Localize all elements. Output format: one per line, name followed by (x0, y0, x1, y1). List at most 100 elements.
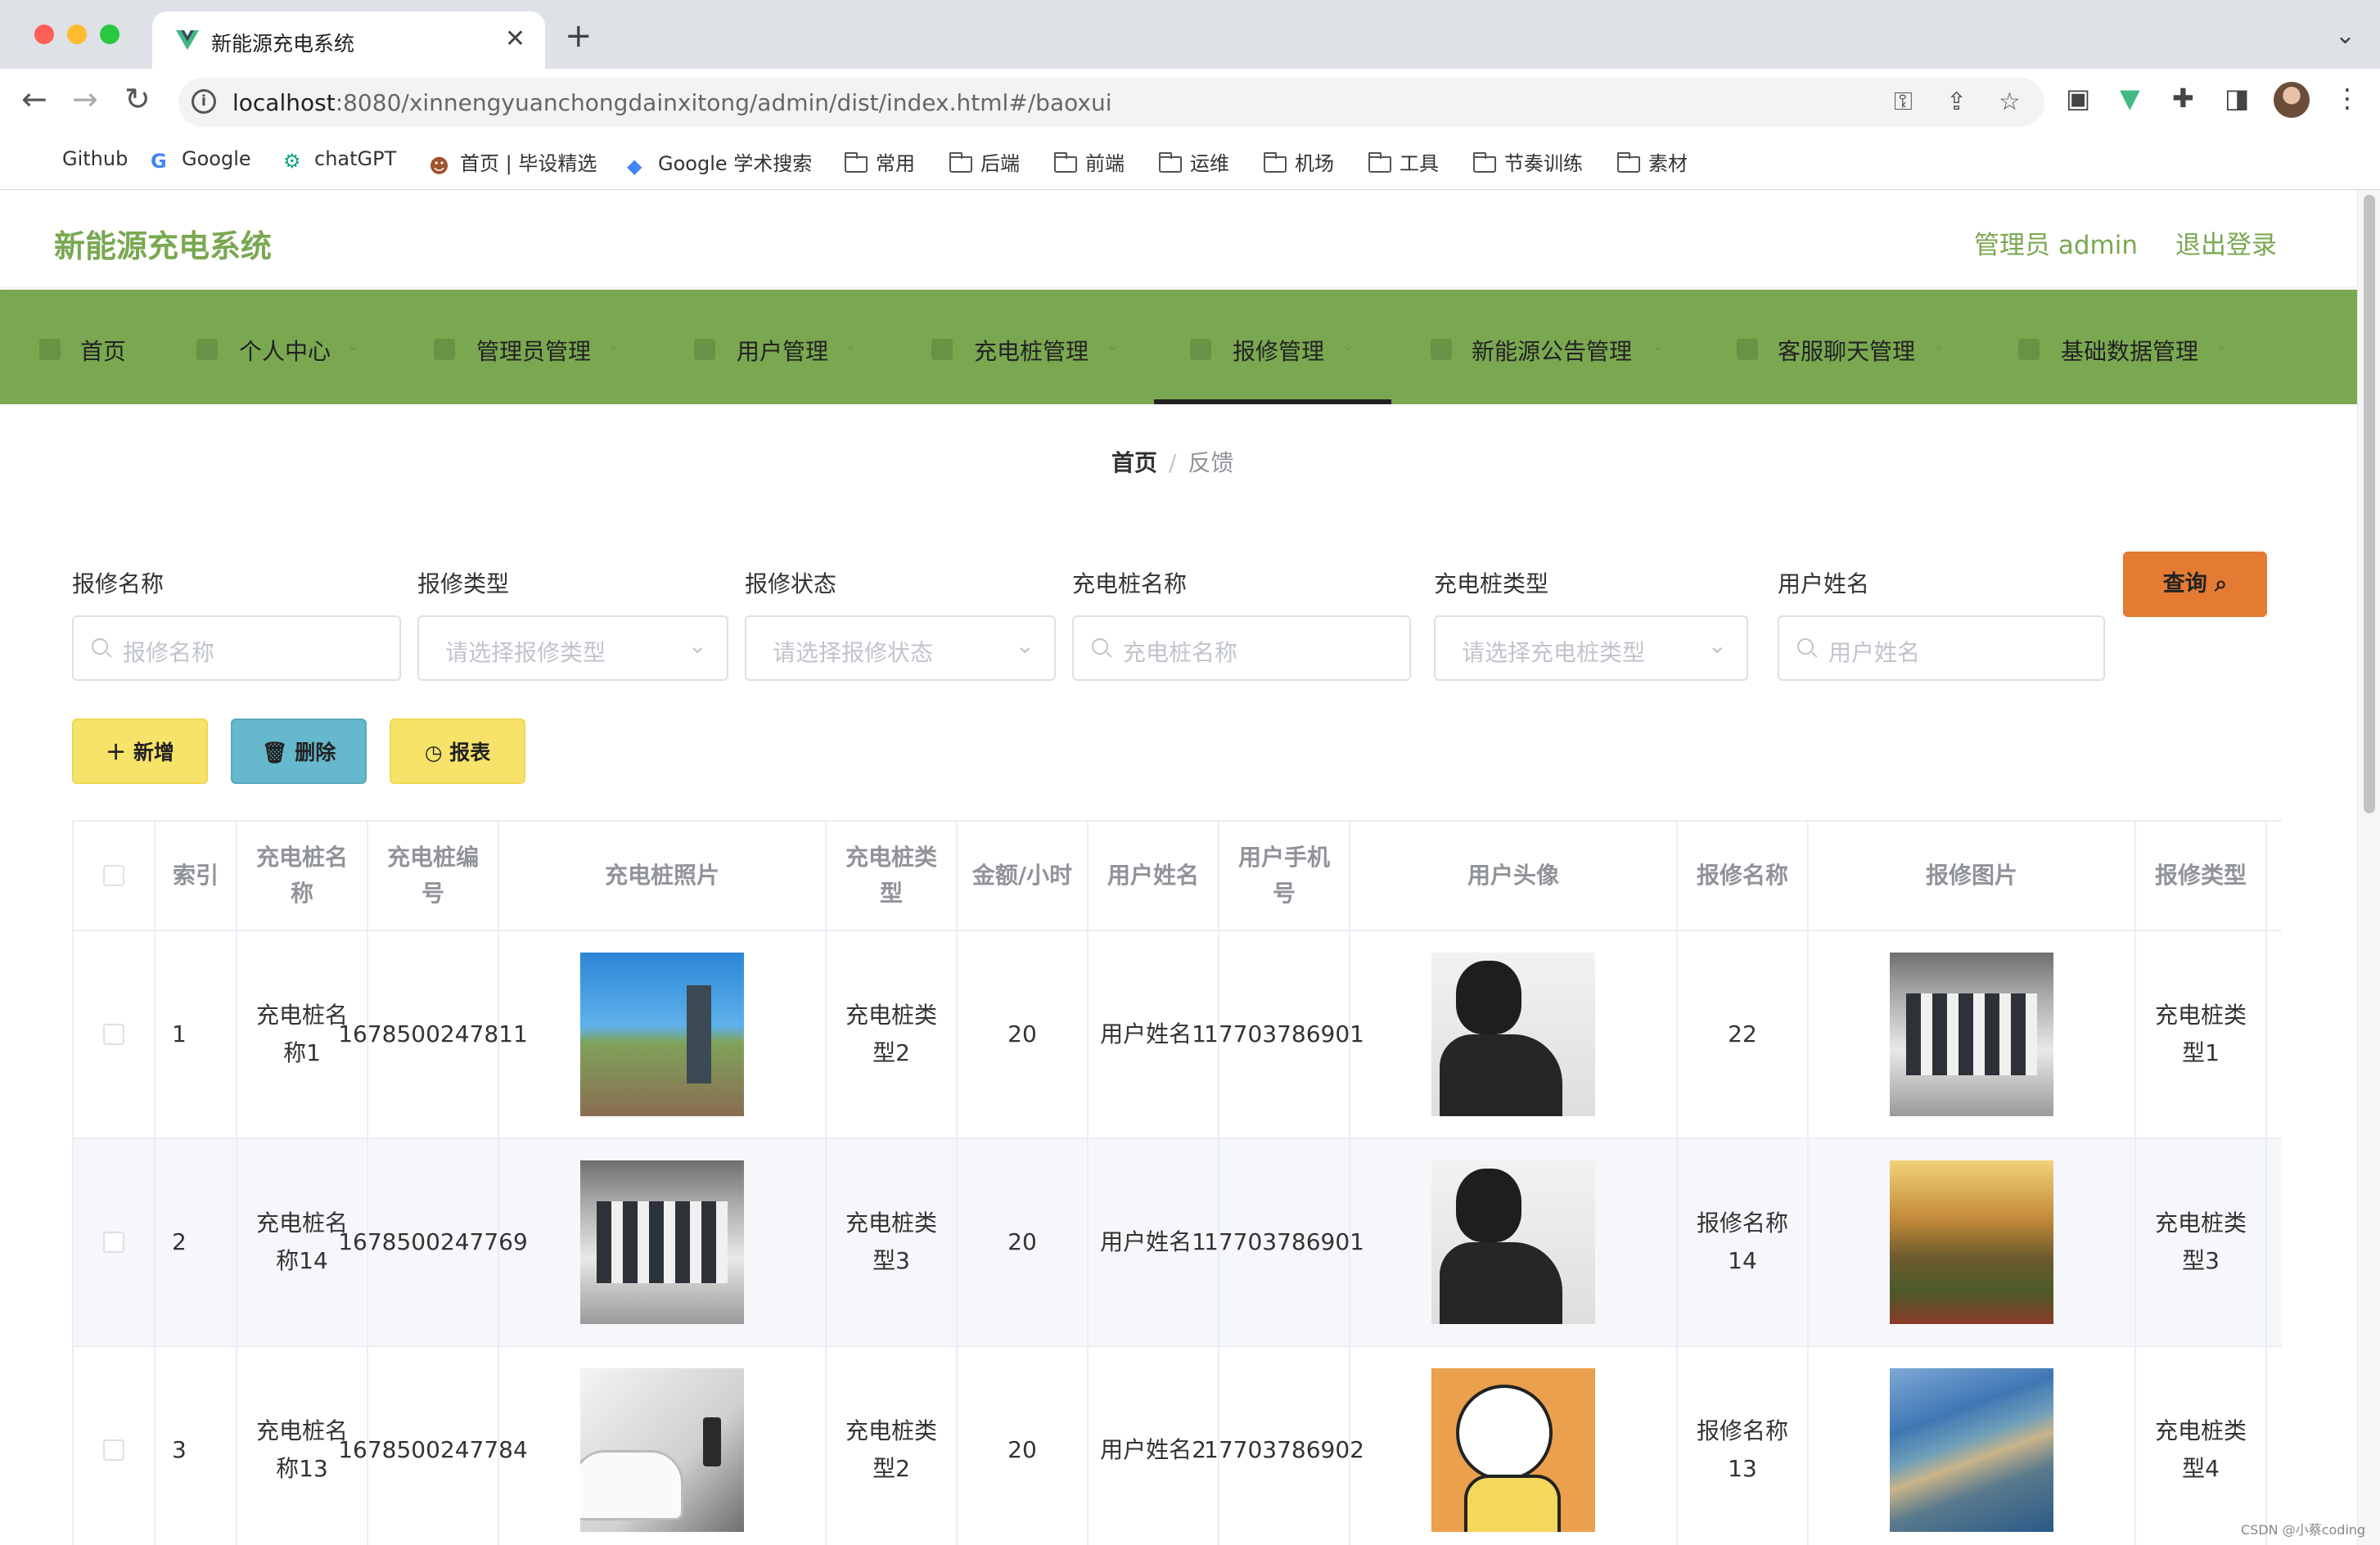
column-header[interactable]: 充电桩名称 (237, 822, 368, 930)
address-bar[interactable]: i localhost:8080/xinnengyuanchongdainxit… (178, 78, 2044, 127)
tab-close-icon[interactable]: ✕ (505, 25, 525, 53)
menu-chat[interactable]: 客服聊天管理 ⌄ (1737, 290, 1958, 404)
chevron-down-icon: ⌄ (1107, 337, 1120, 354)
bookmark-folder-backend[interactable]: 后端 (949, 147, 1020, 176)
repair-name-input[interactable]: 报修名称 (72, 615, 401, 681)
bookmark-folder-frontend[interactable]: 前端 (1054, 147, 1125, 176)
column-header[interactable]: 充电桩编号 (368, 822, 499, 930)
placeholder: 请选择报修类型 (445, 639, 606, 666)
vue-logo-icon (176, 30, 199, 50)
site-info-icon[interactable]: i (192, 89, 216, 114)
repair-status-select[interactable]: 请选择报修状态 ⌄ (745, 615, 1056, 681)
extension-icon[interactable]: ▣ (2066, 85, 2090, 111)
repair-image[interactable] (1890, 953, 2053, 1116)
chevron-down-icon: ⌄ (2215, 337, 2228, 354)
back-icon[interactable]: ← (21, 83, 47, 115)
delete-button[interactable]: 🗑 删除 (231, 718, 367, 784)
table-row[interactable]: 1 充电桩名称1 1678500247811 充电桩类型2 20 用户姓名1 1… (74, 931, 2282, 1139)
page-scrollbar[interactable] (2357, 190, 2380, 1545)
bookmark-folder-assets[interactable]: 素材 (1617, 147, 1688, 176)
bookmark-folder-airport[interactable]: 机场 (1264, 147, 1334, 176)
row-checkbox[interactable] (103, 1024, 124, 1045)
report-button[interactable]: ◷ 报表 (390, 718, 525, 784)
cell-station-photo (499, 931, 827, 1137)
window-minimize-button[interactable] (67, 25, 87, 44)
bookmark-github[interactable]: Github (62, 147, 128, 170)
station-type-select[interactable]: 请选择充电桩类型 ⌄ (1434, 615, 1748, 681)
cell-station-no: 1678500247769 (338, 1139, 528, 1345)
share-icon[interactable]: ⇪ (1946, 88, 1967, 116)
user-avatar[interactable] (1431, 1160, 1595, 1324)
bookmark-bishe[interactable]: ☻ 首页 | 毕设精选 (429, 147, 597, 178)
puzzle-extensions-icon[interactable]: ✚ (2172, 85, 2194, 111)
table-row[interactable]: 2 充电桩名称14 1678500247769 充电桩类型3 20 用户姓名1 … (74, 1139, 2282, 1347)
vue-devtools-icon[interactable]: ▼ (2120, 85, 2140, 111)
logout-link[interactable]: 退出登录 (2175, 224, 2277, 261)
cell-repair-image (1809, 1347, 2136, 1545)
bookmark-google[interactable]: G Google (151, 147, 251, 173)
repair-image[interactable] (1890, 1160, 2053, 1324)
repair-image[interactable] (1890, 1368, 2053, 1532)
station-photo[interactable] (580, 1160, 744, 1324)
menu-users[interactable]: 用户管理 ⌄ (694, 290, 874, 404)
cell-repair-name: 报修名称13 (1678, 1347, 1809, 1545)
menu-home[interactable]: 首页 (39, 290, 146, 404)
query-button[interactable]: 查询 ⌕ (2123, 552, 2267, 617)
column-header[interactable]: 充电桩类型 (827, 822, 958, 930)
browser-tab[interactable]: 新能源充电系统 ✕ (152, 11, 545, 69)
menu-basedata[interactable]: 基础数据管理 ⌄ (2018, 290, 2239, 404)
reload-icon[interactable]: ↻ (124, 83, 151, 115)
user-avatar[interactable] (1431, 1368, 1595, 1532)
window-close-button[interactable] (34, 25, 54, 44)
browser-menu-icon[interactable]: ⋮ (2334, 85, 2360, 111)
row-checkbox[interactable] (103, 1439, 124, 1461)
column-header[interactable]: 报修名称 (1678, 822, 1809, 930)
bookmark-folder-tools[interactable]: 工具 (1368, 147, 1439, 176)
station-photo[interactable] (580, 1368, 744, 1532)
column-header[interactable]: 金额/小时 (958, 822, 1089, 930)
column-header[interactable]: 充电桩照片 (499, 822, 827, 930)
menu-repairs[interactable]: 报修管理 ⌄ (1190, 290, 1370, 404)
row-checkbox[interactable] (103, 1232, 124, 1253)
column-header[interactable]: 报修类型 (2136, 822, 2267, 930)
user-avatar[interactable] (1431, 953, 1595, 1116)
notice-icon (1431, 339, 1452, 360)
admin-icon (434, 339, 455, 360)
menu-admins[interactable]: 管理员管理 ⌄ (434, 290, 630, 404)
menu-label: 新能源公告管理 (1472, 338, 1633, 365)
chevron-down-icon: ⌄ (347, 337, 360, 354)
column-header[interactable]: 索引 (156, 822, 237, 930)
scrollbar-thumb[interactable] (2364, 195, 2375, 813)
search-label-user-name: 用户姓名 (1778, 570, 1870, 597)
user-name-input[interactable]: 用户姓名 (1778, 615, 2105, 681)
bookmark-scholar[interactable]: ◆ Google 学术搜索 (627, 147, 812, 178)
bookmark-folder-ops[interactable]: 运维 (1159, 147, 1229, 176)
select-all-checkbox[interactable] (103, 865, 124, 886)
column-header[interactable]: 用户头像 (1350, 822, 1678, 930)
profile-avatar[interactable] (2274, 82, 2310, 118)
column-header[interactable]: 用户手机号 (1219, 822, 1350, 930)
url-text[interactable]: localhost:8080/xinnengyuanchongdainxiton… (232, 89, 1111, 116)
bookmark-star-icon[interactable]: ☆ (1999, 88, 2021, 116)
station-photo[interactable] (580, 953, 744, 1116)
window-zoom-button[interactable] (100, 25, 119, 44)
menu-profile[interactable]: 个人中心 ⌄ (196, 290, 376, 404)
side-panel-icon[interactable]: ◨ (2224, 85, 2249, 111)
breadcrumb-current: 反馈 (1188, 449, 1234, 476)
breadcrumb-home[interactable]: 首页 (1111, 449, 1157, 476)
column-header[interactable]: 报修图片 (1809, 822, 2136, 930)
column-header[interactable]: 用户姓名 (1089, 822, 1219, 930)
repair-type-select[interactable]: 请选择报修类型 ⌄ (417, 615, 728, 681)
password-key-icon[interactable]: ⚿ (1894, 88, 1913, 116)
menu-chargers[interactable]: 充电桩管理 ⌄ (931, 290, 1128, 404)
add-button[interactable]: ＋ 新增 (72, 718, 208, 784)
bookmark-chatgpt[interactable]: ⚙ chatGPT (283, 147, 396, 173)
menu-notices[interactable]: 新能源公告管理 ⌄ (1431, 290, 1676, 404)
station-name-input[interactable]: 充电桩名称 (1072, 615, 1411, 681)
bookmark-folder-common[interactable]: 常用 (845, 147, 915, 176)
bookmark-folder-rhythm[interactable]: 节奏训练 (1473, 147, 1583, 176)
table-row[interactable]: 3 充电桩名称13 1678500247784 充电桩类型2 20 用户姓名2 … (74, 1347, 2282, 1545)
forward-icon[interactable]: → (72, 83, 98, 115)
new-tab-button[interactable]: + (565, 20, 593, 52)
tab-search-chevron-icon[interactable]: ⌄ (2335, 21, 2355, 50)
